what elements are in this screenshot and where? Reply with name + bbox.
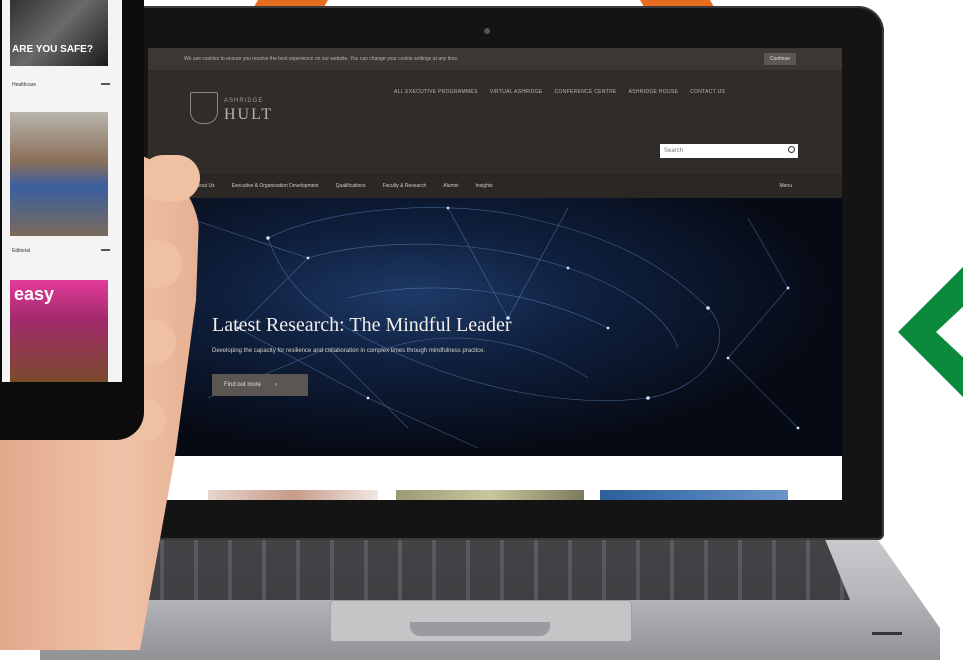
cookie-banner: We use cookies to ensure you receive the… — [148, 48, 842, 70]
finger-image — [140, 155, 200, 201]
laptop-keyboard — [130, 530, 850, 600]
logo-small-text[interactable]: ASHRIDGE — [224, 98, 263, 104]
util-nav-item[interactable]: CONFERENCE CENTRE — [555, 89, 617, 95]
util-nav-item[interactable]: ASHRIDGE HOUSE — [629, 89, 679, 95]
main-nav-item-faculty[interactable]: Faculty & Research — [383, 183, 427, 189]
hero-subtitle: Developing the capacity for resilience a… — [212, 348, 486, 354]
search-input[interactable]: Search — [660, 144, 798, 158]
magazine-cover[interactable]: easy — [10, 280, 108, 382]
chevron-left-icon — [898, 267, 963, 397]
search-placeholder: Search — [664, 148, 684, 154]
tile-image[interactable] — [600, 490, 788, 500]
download-icon[interactable] — [101, 242, 110, 251]
laptop-led — [872, 632, 902, 635]
main-nav: About Us Executive & Organisation Develo… — [148, 174, 842, 198]
main-nav-item-insights[interactable]: Insights — [476, 183, 493, 189]
laptop-notch — [410, 622, 550, 636]
main-nav-item-qualifications[interactable]: Qualifications — [336, 183, 366, 189]
hero-find-out-more-button[interactable]: Find out more › — [212, 374, 308, 396]
logo-large-text[interactable]: HULT — [224, 106, 273, 124]
tile-image[interactable] — [396, 490, 584, 500]
util-nav-item[interactable]: CONTACT US — [690, 89, 725, 95]
magazine-cover[interactable]: ARE YOU SAFE? — [10, 0, 108, 66]
search-icon[interactable] — [788, 146, 795, 153]
main-nav-item-executive[interactable]: Executive & Organisation Development — [232, 183, 319, 189]
content-tiles — [148, 456, 842, 500]
camera-icon — [484, 28, 490, 34]
util-nav-item[interactable]: VIRTUAL ASHRIDGE — [490, 89, 543, 95]
tile-image[interactable] — [208, 490, 378, 500]
cookie-banner-text: We use cookies to ensure you receive the… — [184, 56, 459, 62]
main-nav-item-alumni[interactable]: Alumni — [443, 183, 458, 189]
menu-button[interactable]: Menu — [779, 183, 792, 189]
chevron-right-icon: › — [275, 382, 278, 388]
util-nav-item[interactable]: ALL EXECUTIVE PROGRAMMES — [394, 89, 478, 95]
utility-nav: ALL EXECUTIVE PROGRAMMES VIRTUAL ASHRIDG… — [394, 89, 725, 95]
phone-screen: ARE YOU SAFE? Healthcare Editorial easy — [2, 0, 122, 382]
phone-device: ARE YOU SAFE? Healthcare Editorial easy — [0, 0, 144, 440]
magazine-label: Healthcare — [12, 82, 37, 88]
download-icon[interactable] — [101, 76, 110, 85]
hero-title: Latest Research: The Mindful Leader — [212, 314, 512, 336]
magazine-label: Editorial — [12, 248, 31, 254]
cover-text: ARE YOU SAFE? — [12, 44, 93, 55]
magazine-cover[interactable] — [10, 112, 108, 236]
cover-text: easy — [14, 284, 55, 304]
laptop-screen: We use cookies to ensure you receive the… — [148, 48, 842, 500]
crest-icon[interactable] — [190, 92, 218, 124]
hero-button-label: Find out more — [224, 382, 262, 388]
cookie-continue-button[interactable]: Continue — [763, 53, 796, 65]
